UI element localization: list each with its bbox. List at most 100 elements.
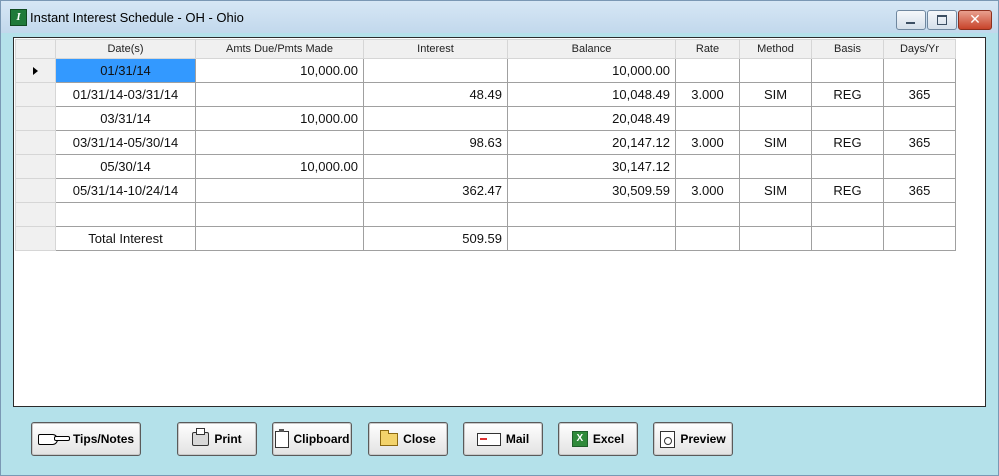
cell-basis[interactable] (811, 226, 884, 251)
cell-rate[interactable] (675, 106, 740, 131)
tips-notes-button[interactable]: Tips/Notes (31, 422, 141, 456)
cell-balance[interactable] (507, 226, 676, 251)
column-header-interest[interactable]: Interest (363, 39, 508, 59)
cell-amount[interactable] (195, 226, 364, 251)
cell-amount[interactable] (195, 82, 364, 107)
mail-button[interactable]: Mail (463, 422, 543, 456)
row-header[interactable] (15, 202, 56, 227)
cell-interest[interactable]: 98.63 (363, 130, 508, 155)
schedule-grid[interactable]: Date(s) Amts Due/Pmts Made Interest Bala… (13, 37, 986, 407)
cell-rate[interactable] (675, 58, 740, 83)
total-row[interactable]: Total Interest 509.59 (15, 226, 956, 251)
cell-rate[interactable] (675, 202, 740, 227)
cell-amount[interactable]: 10,000.00 (195, 58, 364, 83)
cell-balance[interactable]: 20,147.12 (507, 130, 676, 155)
column-header-method[interactable]: Method (739, 39, 812, 59)
title-bar[interactable]: I Instant Interest Schedule - OH - Ohio … (1, 1, 998, 33)
row-header[interactable] (15, 82, 56, 107)
cell-rate[interactable] (675, 154, 740, 179)
maximize-button[interactable] (927, 10, 957, 30)
cell-days[interactable]: 365 (883, 130, 956, 155)
column-header-basis[interactable]: Basis (811, 39, 884, 59)
cell-basis[interactable] (811, 58, 884, 83)
column-header-dates[interactable]: Date(s) (55, 39, 196, 59)
cell-amount[interactable] (195, 178, 364, 203)
cell-days[interactable]: 365 (883, 82, 956, 107)
cell-method[interactable] (739, 154, 812, 179)
table-row[interactable]: 03/31/14-05/30/14 98.63 20,147.12 3.000 … (15, 130, 956, 155)
cell-method[interactable]: SIM (739, 130, 812, 155)
table-row[interactable]: 05/30/14 10,000.00 30,147.12 (15, 154, 956, 179)
column-header-rate[interactable]: Rate (675, 39, 740, 59)
cell-balance[interactable]: 30,509.59 (507, 178, 676, 203)
cell-method[interactable] (739, 106, 812, 131)
table-row[interactable]: 01/31/14-03/31/14 48.49 10,048.49 3.000 … (15, 82, 956, 107)
cell-amount[interactable]: 10,000.00 (195, 154, 364, 179)
cell-basis[interactable]: REG (811, 178, 884, 203)
cell-date[interactable]: 03/31/14-05/30/14 (55, 130, 196, 155)
cell-date[interactable]: 05/31/14-10/24/14 (55, 178, 196, 203)
cell-days[interactable] (883, 154, 956, 179)
cell-basis[interactable]: REG (811, 130, 884, 155)
cell-date[interactable]: 05/30/14 (55, 154, 196, 179)
row-header[interactable] (15, 226, 56, 251)
clipboard-button[interactable]: Clipboard (272, 422, 352, 456)
minimize-button[interactable] (896, 10, 926, 30)
cell-balance[interactable]: 30,147.12 (507, 154, 676, 179)
column-header-days-per-year[interactable]: Days/Yr (883, 39, 956, 59)
cell-interest[interactable] (363, 58, 508, 83)
cell-interest[interactable] (363, 106, 508, 131)
cell-days[interactable] (883, 226, 956, 251)
row-header[interactable] (15, 106, 56, 131)
table-row[interactable]: 05/31/14-10/24/14 362.47 30,509.59 3.000… (15, 178, 956, 203)
cell-method[interactable]: SIM (739, 82, 812, 107)
preview-button[interactable]: Preview (653, 422, 733, 456)
total-interest-value[interactable]: 509.59 (363, 226, 508, 251)
close-window-button[interactable]: ✕ (958, 10, 992, 30)
cell-basis[interactable] (811, 154, 884, 179)
cell-balance[interactable]: 10,048.49 (507, 82, 676, 107)
cell-days[interactable]: 365 (883, 178, 956, 203)
cell-interest[interactable]: 48.49 (363, 82, 508, 107)
cell-interest[interactable] (363, 202, 508, 227)
cell-date[interactable]: 03/31/14 (55, 106, 196, 131)
row-header[interactable] (15, 154, 56, 179)
cell-method[interactable] (739, 58, 812, 83)
cell-days[interactable] (883, 106, 956, 131)
row-header[interactable] (15, 178, 56, 203)
cell-interest[interactable] (363, 154, 508, 179)
cell-balance[interactable]: 10,000.00 (507, 58, 676, 83)
cell-method[interactable] (739, 226, 812, 251)
cell-balance[interactable] (507, 202, 676, 227)
cell-rate[interactable]: 3.000 (675, 130, 740, 155)
cell-days[interactable] (883, 202, 956, 227)
cell-rate[interactable]: 3.000 (675, 178, 740, 203)
cell-amount[interactable] (195, 130, 364, 155)
cell-date[interactable]: 01/31/14 (55, 58, 196, 83)
row-header[interactable] (15, 130, 56, 155)
cell-basis[interactable]: REG (811, 82, 884, 107)
cell-method[interactable]: SIM (739, 178, 812, 203)
table-row-empty[interactable] (15, 202, 956, 227)
total-label[interactable]: Total Interest (55, 226, 196, 251)
cell-balance[interactable]: 20,048.49 (507, 106, 676, 131)
cell-date[interactable]: 01/31/14-03/31/14 (55, 82, 196, 107)
cell-basis[interactable] (811, 106, 884, 131)
cell-basis[interactable] (811, 202, 884, 227)
cell-interest[interactable]: 362.47 (363, 178, 508, 203)
cell-method[interactable] (739, 202, 812, 227)
cell-date[interactable] (55, 202, 196, 227)
close-button[interactable]: Close (368, 422, 448, 456)
table-row[interactable]: 03/31/14 10,000.00 20,048.49 (15, 106, 956, 131)
table-row[interactable]: 01/31/14 10,000.00 10,000.00 (15, 58, 956, 83)
excel-button[interactable]: X Excel (558, 422, 638, 456)
row-header-current[interactable] (15, 58, 56, 83)
cell-rate[interactable] (675, 226, 740, 251)
cell-amount[interactable]: 10,000.00 (195, 106, 364, 131)
print-button[interactable]: Print (177, 422, 257, 456)
column-header-amounts[interactable]: Amts Due/Pmts Made (195, 39, 364, 59)
column-header-balance[interactable]: Balance (507, 39, 676, 59)
cell-days[interactable] (883, 58, 956, 83)
cell-amount[interactable] (195, 202, 364, 227)
cell-rate[interactable]: 3.000 (675, 82, 740, 107)
